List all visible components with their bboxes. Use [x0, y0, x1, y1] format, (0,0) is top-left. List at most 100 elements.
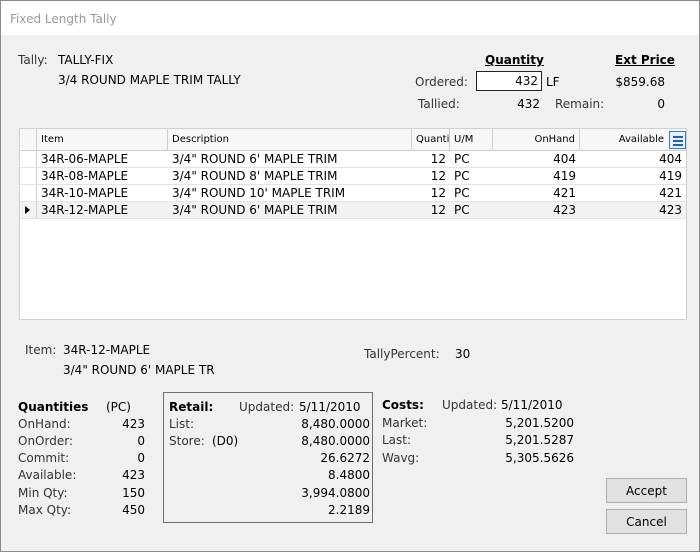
last-cost-label: Last: [382, 433, 412, 447]
costs-updated-value: 5/11/2010 [501, 398, 563, 412]
market-cost-value: 5,201.5200 [505, 416, 574, 430]
min-qty-label: Min Qty: [18, 486, 68, 500]
retail-header: Retail: [169, 400, 214, 414]
grid-header: Item Description Quantity U/M OnHand Ava… [20, 129, 686, 151]
max-qty-value: 450 [122, 503, 145, 517]
current-row-arrow-icon [25, 206, 30, 214]
tally-percent-label: TallyPercent: [364, 347, 440, 361]
accept-button[interactable]: Accept [606, 478, 687, 503]
tally-window: Fixed Length Tally Tally: TALLY-FIX 3/4 … [0, 0, 700, 552]
row-selector[interactable] [20, 168, 37, 184]
retail-list-label: List: [169, 417, 195, 431]
retail-value: 2.2189 [328, 503, 370, 517]
tally-label: Tally: [18, 53, 48, 67]
row-selector[interactable] [20, 151, 37, 167]
cell-onhand: 421 [553, 186, 576, 200]
quantity-header: Quantity [485, 53, 544, 67]
ordered-label: Ordered: [415, 75, 468, 89]
remain-label: Remain: [555, 97, 605, 111]
retail-updated-label: Updated: [239, 400, 295, 414]
available-label: Available: [18, 468, 77, 482]
column-header-available[interactable]: Available [580, 129, 668, 150]
last-cost-value: 5,201.5287 [505, 433, 574, 447]
cell-available: 423 [659, 203, 682, 217]
retail-value: 8,480.0000 [301, 417, 370, 431]
table-row[interactable]: 34R-08-MAPLE 3/4" ROUND 8' MAPLE TRIM 12… [20, 168, 686, 185]
min-qty-value: 150 [122, 486, 145, 500]
onorder-value: 0 [137, 434, 145, 448]
tallied-value: 432 [517, 97, 540, 111]
quantity-unit: LF [546, 75, 560, 89]
column-header-quantity[interactable]: Quantity [412, 129, 450, 150]
quantities-header: Quantities [18, 400, 89, 414]
detail-item-description: 3/4" ROUND 6' MAPLE TRIM [63, 363, 215, 377]
retail-value: 3,994.0800 [301, 486, 370, 500]
cell-available: 419 [659, 169, 682, 183]
cell-um: PC [454, 186, 470, 200]
cell-description: 3/4" ROUND 10' MAPLE TRIM [172, 186, 346, 200]
tally-percent-value: 30 [455, 347, 471, 361]
cell-quantity: 12 [430, 152, 446, 166]
cell-item: 34R-10-MAPLE [41, 186, 129, 200]
ext-price-value: $859.68 [615, 75, 665, 89]
column-header-um[interactable]: U/M [450, 129, 493, 150]
detail-item-code: 34R-12-MAPLE [63, 343, 151, 357]
table-row-selected[interactable]: 34R-12-MAPLE 3/4" ROUND 6' MAPLE TRIM 12… [20, 202, 686, 219]
cell-quantity: 12 [430, 203, 446, 217]
cell-um: PC [454, 152, 470, 166]
column-header-item[interactable]: Item [37, 129, 168, 150]
cell-description: 3/4" ROUND 8' MAPLE TRIM [172, 169, 338, 183]
cell-um: PC [454, 169, 470, 183]
column-header-onhand[interactable]: OnHand [493, 129, 580, 150]
onhand-value: 423 [122, 417, 145, 431]
ordered-quantity-input[interactable] [476, 71, 542, 91]
row-selector-header [20, 129, 37, 150]
detail-item-label: Item: [25, 343, 57, 357]
cell-description: 3/4" ROUND 6' MAPLE TRIM [172, 152, 338, 166]
window-title: Fixed Length Tally [10, 12, 117, 26]
tally-description: 3/4 ROUND MAPLE TRIM TALLY [58, 73, 241, 87]
retail-value: 26.6272 [320, 451, 370, 465]
cell-item: 34R-08-MAPLE [41, 169, 129, 183]
available-value: 423 [122, 468, 145, 482]
cell-onhand: 419 [553, 169, 576, 183]
remain-value: 0 [657, 97, 665, 111]
retail-value: 8,480.0000 [301, 434, 370, 448]
cell-um: PC [454, 203, 470, 217]
cell-item: 34R-06-MAPLE [41, 152, 129, 166]
commit-value: 0 [137, 451, 145, 465]
retail-value: 8.4800 [328, 468, 370, 482]
grid-column-chooser-button[interactable] [669, 131, 686, 149]
cancel-button[interactable]: Cancel [606, 509, 687, 534]
row-selector[interactable] [20, 202, 37, 218]
max-qty-label: Max Qty: [18, 503, 72, 517]
ext-price-header: Ext Price [615, 53, 675, 67]
cell-quantity: 12 [430, 169, 446, 183]
commit-label: Commit: [18, 451, 70, 465]
onorder-label: OnOrder: [18, 434, 73, 448]
onhand-label: OnHand: [18, 417, 71, 431]
retail-store-label: Store: [169, 434, 205, 448]
costs-updated-label: Updated: [442, 398, 498, 412]
table-row[interactable]: 34R-06-MAPLE 3/4" ROUND 6' MAPLE TRIM 12… [20, 151, 686, 168]
wavg-cost-label: Wavg: [382, 451, 420, 465]
wavg-cost-value: 5,305.5626 [505, 451, 574, 465]
cell-item: 34R-12-MAPLE [41, 203, 129, 217]
cell-quantity: 12 [430, 186, 446, 200]
cell-onhand: 404 [553, 152, 576, 166]
cell-description: 3/4" ROUND 6' MAPLE TRIM [172, 203, 338, 217]
cell-onhand: 423 [553, 203, 576, 217]
tally-items-grid[interactable]: Item Description Quantity U/M OnHand Ava… [19, 128, 687, 320]
costs-header: Costs: [382, 398, 424, 412]
retail-store-code: (D0) [212, 434, 239, 448]
row-selector[interactable] [20, 185, 37, 201]
cell-available: 404 [659, 152, 682, 166]
title-bar: Fixed Length Tally [1, 1, 699, 35]
table-row[interactable]: 34R-10-MAPLE 3/4" ROUND 10' MAPLE TRIM 1… [20, 185, 686, 202]
quantities-unit: (PC) [106, 400, 131, 414]
tallied-label: Tallied: [418, 97, 460, 111]
cell-available: 421 [659, 186, 682, 200]
column-header-description[interactable]: Description [168, 129, 412, 150]
tally-code: TALLY-FIX [58, 53, 114, 67]
market-cost-label: Market: [382, 416, 428, 430]
